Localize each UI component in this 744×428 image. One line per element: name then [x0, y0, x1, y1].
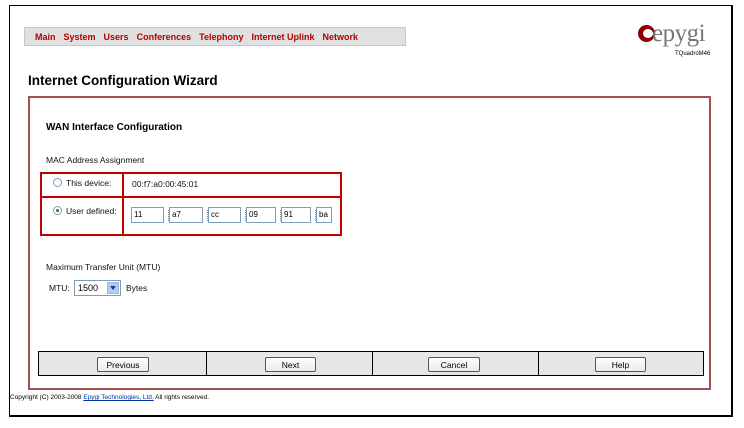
menu-item-internet-uplink[interactable]: Internet Uplink — [247, 32, 318, 42]
mtu-select-value: 1500 — [78, 283, 99, 293]
mtu-section-label: Maximum Transfer Unit (MTU) — [46, 262, 161, 272]
mac-octet-3-input[interactable]: cc — [208, 207, 241, 223]
mac-assignment-label: MAC Address Assignment — [46, 155, 145, 165]
menu-item-conferences[interactable]: Conferences — [133, 32, 196, 42]
mtu-select[interactable]: 1500 — [74, 280, 121, 296]
epygi-logo: epygi TQuadroM46 — [636, 20, 726, 60]
mac-octet-1-input[interactable]: 11 — [131, 207, 164, 223]
menu-item-system[interactable]: System — [60, 32, 100, 42]
user-defined-label: User defined: — [66, 206, 117, 216]
top-menu: Main System Users Conferences Telephony … — [24, 27, 406, 46]
table-divider — [122, 174, 124, 234]
chevron-down-icon[interactable] — [107, 282, 119, 294]
copyright-prefix: Copyright (C) 2003-2008 — [10, 394, 82, 401]
this-device-mac-value: 00:f7:a0:00:45:01 — [132, 179, 199, 189]
previous-button[interactable]: Previous — [97, 357, 149, 372]
mac-octet-5-input[interactable]: 91 — [281, 207, 311, 223]
wizard-panel — [28, 96, 711, 390]
menu-item-users[interactable]: Users — [100, 32, 133, 42]
section-title: WAN Interface Configuration — [46, 122, 183, 133]
cancel-button[interactable]: Cancel — [428, 357, 480, 372]
mac-octet-6-input[interactable]: ba — [316, 207, 332, 223]
help-button[interactable]: Help — [595, 357, 646, 372]
mtu-unit-label: Bytes — [126, 283, 148, 293]
next-button[interactable]: Next — [265, 357, 316, 372]
button-bar-divider — [538, 352, 539, 375]
copyright-suffix: All rights reserved. — [155, 394, 209, 401]
page-title: Internet Configuration Wizard — [28, 73, 218, 88]
copyright-footer: Copyright (C) 2003-2008 Epygi Technologi… — [10, 394, 209, 401]
table-divider — [42, 196, 340, 198]
this-device-label: This device: — [66, 178, 112, 188]
mac-octet-4-input[interactable]: 09 — [246, 207, 276, 223]
button-bar-divider — [206, 352, 207, 375]
company-link[interactable]: Epygi Technologies, Ltd. — [83, 394, 153, 401]
user-defined-radio[interactable] — [53, 206, 62, 215]
logo-brand-text: epygi — [652, 20, 706, 47]
button-bar-divider — [372, 352, 373, 375]
menu-item-main[interactable]: Main — [25, 32, 60, 42]
menu-item-network[interactable]: Network — [318, 32, 362, 42]
this-device-radio[interactable] — [53, 178, 62, 187]
mac-octet-2-input[interactable]: a7 — [169, 207, 203, 223]
wizard-button-bar: Previous Next Cancel Help — [38, 351, 704, 376]
menu-item-telephony[interactable]: Telephony — [195, 32, 247, 42]
mtu-label: MTU: — [49, 283, 70, 293]
logo-model-text: TQuadroM46 — [675, 51, 711, 57]
